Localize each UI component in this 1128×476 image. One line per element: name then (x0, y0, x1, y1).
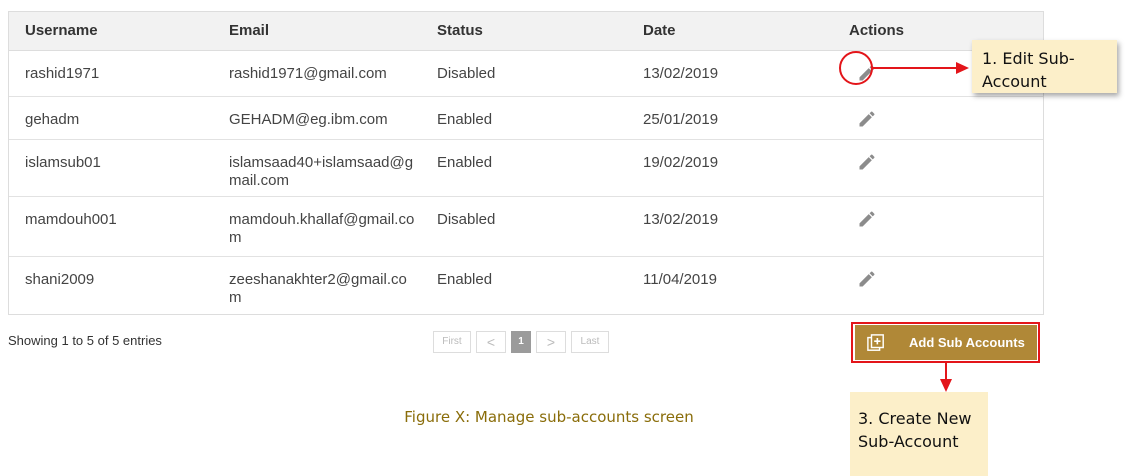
header-date[interactable]: Date (627, 12, 833, 50)
pager-current-page[interactable]: 1 (511, 331, 531, 353)
email-cell: islamsaad40+islamsaad@gmail.com (229, 154, 414, 189)
username-cell: rashid1971 (25, 65, 100, 82)
date-cell: 13/02/2019 (643, 65, 719, 82)
figure-caption: Figure X: Manage sub-accounts screen (404, 408, 694, 426)
header-username[interactable]: Username (9, 12, 213, 50)
username-cell: gehadm (25, 111, 80, 128)
pager-prev[interactable]: < (476, 331, 506, 353)
username-cell: islamsub01 (25, 154, 101, 171)
header-status[interactable]: Status (421, 12, 627, 50)
pencil-icon[interactable] (857, 152, 877, 172)
table-row: gehadm GEHADM@eg.ibm.com Enabled 25/01/2… (9, 97, 1043, 140)
actions-cell (833, 257, 1043, 314)
status-cell: Disabled (437, 65, 496, 82)
add-box-icon (867, 333, 884, 351)
create-sub-account-callout: 3. Create New Sub-Account (850, 392, 988, 476)
date-cell: 19/02/2019 (643, 154, 719, 171)
pager-last[interactable]: Last (571, 331, 609, 353)
actions-cell (833, 197, 1043, 256)
pager-next[interactable]: > (536, 331, 566, 353)
edit-sub-account-callout: 1. Edit Sub-Account (972, 40, 1117, 93)
status-cell: Disabled (437, 211, 496, 228)
status-cell: Enabled (437, 154, 493, 171)
pager-first[interactable]: First (433, 331, 471, 353)
table-row: mamdouh001 mamdouh.khallaf@gmail.com Dis… (9, 197, 1043, 257)
table-row: shani2009 zeeshanakhter2@gmail.com Enabl… (9, 257, 1043, 314)
create-arrow-head (940, 379, 952, 392)
header-email[interactable]: Email (213, 12, 421, 50)
actions-cell (833, 97, 1043, 139)
pencil-icon[interactable] (857, 63, 877, 83)
pencil-icon[interactable] (857, 109, 877, 129)
email-cell: mamdouh.khallaf@gmail.com (229, 211, 415, 246)
pencil-icon[interactable] (857, 209, 877, 229)
date-cell: 25/01/2019 (643, 111, 719, 128)
status-cell: Enabled (437, 271, 493, 288)
date-cell: 13/02/2019 (643, 211, 719, 228)
status-cell: Enabled (437, 111, 493, 128)
pencil-icon[interactable] (857, 269, 877, 289)
entries-count: Showing 1 to 5 of 5 entries (8, 333, 162, 348)
table-row: rashid1971 rashid1971@gmail.com Disabled… (9, 51, 1043, 97)
add-sub-accounts-button[interactable]: Add Sub Accounts (855, 325, 1037, 360)
email-cell: GEHADM@eg.ibm.com (229, 111, 388, 128)
table-row: islamsub01 islamsaad40+islamsaad@gmail.c… (9, 140, 1043, 197)
add-button-label: Add Sub Accounts (909, 335, 1025, 350)
date-cell: 11/04/2019 (643, 271, 717, 288)
email-cell: rashid1971@gmail.com (229, 65, 387, 82)
sub-accounts-table: Username Email Status Date Actions rashi… (8, 11, 1044, 315)
table-header: Username Email Status Date Actions (9, 12, 1043, 51)
actions-cell (833, 140, 1043, 196)
username-cell: shani2009 (25, 271, 95, 288)
pagination: First < 1 > Last (433, 331, 609, 353)
email-cell: zeeshanakhter2@gmail.com (229, 271, 407, 306)
username-cell: mamdouh001 (25, 211, 117, 228)
